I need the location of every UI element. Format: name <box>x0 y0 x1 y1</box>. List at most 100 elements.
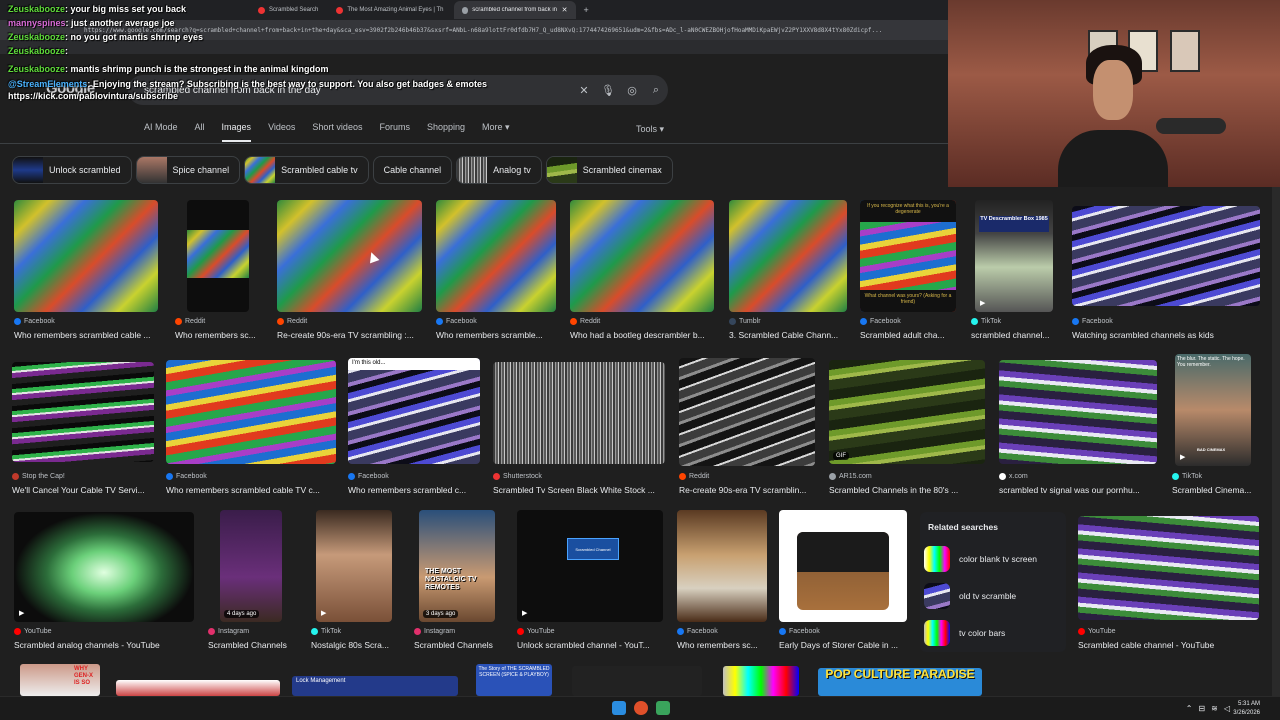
source-label: TikTok <box>981 318 1001 325</box>
result-title[interactable]: Who had a bootleg descrambler b... <box>570 330 714 340</box>
nav-forums[interactable]: Forums <box>379 122 410 142</box>
result-image[interactable] <box>277 200 422 312</box>
result-image[interactable] <box>436 200 556 312</box>
result-image[interactable]: TV Descrambler Box 1985 ▶ <box>975 200 1053 312</box>
result-image[interactable] <box>493 362 665 464</box>
result-image[interactable] <box>1078 516 1259 620</box>
result-image[interactable]: WHY GEN-X IS SO <box>20 664 100 696</box>
result-image[interactable] <box>1072 206 1260 306</box>
result-image[interactable] <box>729 200 847 312</box>
wifi-icon[interactable]: ≋ <box>1211 704 1218 713</box>
result-title[interactable]: We'll Cancel Your Cable TV Servi... <box>12 485 154 495</box>
result-image[interactable]: The Story of THE SCRAMBLED SCREEN (SPICE… <box>476 664 552 696</box>
result-image[interactable]: 4 days ago <box>220 510 282 622</box>
result-image[interactable] <box>12 362 154 462</box>
result-title[interactable]: Who remembers scramble... <box>436 330 556 340</box>
result-title[interactable]: scrambled channel... <box>971 330 1057 340</box>
result-image[interactable] <box>570 200 714 312</box>
result-image[interactable] <box>679 358 815 466</box>
result-image[interactable]: ▶ <box>14 512 194 622</box>
result-image[interactable] <box>187 200 249 312</box>
new-tab-icon[interactable]: + <box>578 5 595 15</box>
result-title[interactable]: Unlock scrambled channel - YouT... <box>517 640 663 650</box>
result-image[interactable]: I'm this old... <box>348 358 480 464</box>
tools-button[interactable]: Tools ▾ <box>636 124 664 135</box>
result-title[interactable]: Nostalgic 80s Scra... <box>311 640 395 650</box>
result-title[interactable]: Scrambled analog channels - YouTube <box>14 640 194 650</box>
chip-cable-channel[interactable]: Cable channel <box>372 156 453 184</box>
result-title[interactable]: Scrambled adult cha... <box>860 330 956 340</box>
result-image[interactable] <box>723 666 799 696</box>
result-title[interactable]: scrambled tv signal was our pornhu... <box>999 485 1157 495</box>
related-item[interactable]: tv color bars <box>924 618 1062 648</box>
clear-icon[interactable]: ✕ <box>572 84 596 97</box>
brave-browser-icon[interactable] <box>634 701 648 715</box>
result-title[interactable]: 3. Scrambled Cable Chann... <box>729 330 847 340</box>
result-image[interactable]: POP CULTURE PARADISE <box>818 668 982 696</box>
nav-ai-mode[interactable]: AI Mode <box>144 122 178 142</box>
chip-spice-channel[interactable]: Spice channel <box>135 156 241 184</box>
result-title[interactable]: Who remembers sc... <box>677 640 767 650</box>
result-image[interactable]: Lock Management <box>292 676 458 696</box>
result-title[interactable]: Watching scrambled channels as kids <box>1072 330 1260 340</box>
facebook-icon <box>860 318 867 325</box>
tiktok-icon <box>971 318 978 325</box>
result-image[interactable]: GIF <box>829 360 985 464</box>
nav-all[interactable]: All <box>195 122 205 142</box>
chip-scrambled-cable-tv[interactable]: Scrambled cable tv <box>244 156 369 184</box>
page-scrollbar[interactable] <box>1272 187 1280 696</box>
nav-short-videos[interactable]: Short videos <box>312 122 362 142</box>
app-icon[interactable] <box>656 701 670 715</box>
microphone-icon[interactable]: 🎙 <box>596 84 620 97</box>
result-title[interactable]: Who remembers sc... <box>175 330 265 340</box>
related-item[interactable]: old tv scramble <box>924 581 1062 611</box>
result-title[interactable]: Scrambled Cinema... <box>1172 485 1252 495</box>
result-title[interactable]: Who remembers scrambled cable TV c... <box>166 485 336 495</box>
lens-icon[interactable]: ◎ <box>620 84 644 97</box>
nav-images[interactable]: Images <box>221 122 252 142</box>
result-title[interactable]: Scrambled Channels <box>414 640 498 650</box>
result-image[interactable]: ▶ <box>316 510 392 622</box>
result-title[interactable]: Who remembers scrambled c... <box>348 485 480 495</box>
result-title[interactable]: Scrambled Tv Screen Black White Stock ..… <box>493 485 665 495</box>
result-image[interactable] <box>999 360 1157 464</box>
result-image[interactable]: The blur. The static. The hope. You reme… <box>1175 354 1251 466</box>
result-image[interactable] <box>14 200 158 312</box>
related-item[interactable]: color blank tv screen <box>924 544 1062 574</box>
result-title[interactable]: Scrambled Channels <box>208 640 288 650</box>
windows-start-icon[interactable] <box>612 701 626 715</box>
facebook-icon <box>14 318 21 325</box>
network-icon[interactable]: ⊟ <box>1198 704 1205 713</box>
result-image[interactable]: If you recognize what this is, you're a … <box>860 200 956 312</box>
result-title[interactable]: Scrambled Channels in the 80's ... <box>829 485 985 495</box>
result-image[interactable] <box>116 680 280 696</box>
chip-unlock-scrambled[interactable]: Unlock scrambled <box>12 156 132 184</box>
nav-videos[interactable]: Videos <box>268 122 295 142</box>
result-title[interactable]: Who remembers scrambled cable ... <box>14 330 158 340</box>
search-icon[interactable]: ⌕ <box>644 84 668 97</box>
result-title[interactable]: Scrambled cable channel - YouTube <box>1078 640 1259 650</box>
clock[interactable]: 5:31 AM 3/26/2026 <box>1233 700 1260 718</box>
result-image[interactable] <box>166 360 336 464</box>
result-source: Reddit <box>277 318 307 325</box>
result-image[interactable]: THE MOST NOSTALGIC TV REMOTES 3 days ago <box>419 510 495 622</box>
nav-shopping[interactable]: Shopping <box>427 122 465 142</box>
wall-frame <box>1170 30 1200 72</box>
chip-analog-tv[interactable]: Analog tv <box>456 156 542 184</box>
result-image[interactable] <box>779 510 907 622</box>
source-label: Reddit <box>287 318 308 325</box>
search-nav: AI Mode All Images Videos Short videos F… <box>144 122 527 142</box>
result-title[interactable]: Early Days of Storer Cable in ... <box>779 640 907 650</box>
result-image[interactable] <box>572 666 702 696</box>
clock-time: 5:31 AM <box>1237 701 1260 707</box>
volume-icon[interactable]: ◁ <box>1224 704 1230 713</box>
chip-scrambled-cinemax[interactable]: Scrambled cinemax <box>545 156 673 184</box>
result-title[interactable]: Re-create 90s-era TV scrambling :... <box>277 330 422 340</box>
result-image[interactable] <box>677 510 767 622</box>
source-label: YouTube <box>1088 628 1116 635</box>
chevron-up-icon[interactable]: ⌃ <box>1186 704 1193 713</box>
result-source: Facebook <box>348 473 389 480</box>
result-image[interactable]: Scrambled Channel ▶ <box>517 510 663 622</box>
nav-more[interactable]: More ▾ <box>482 122 510 142</box>
result-title[interactable]: Re-create 90s-era TV scramblin... <box>679 485 815 495</box>
